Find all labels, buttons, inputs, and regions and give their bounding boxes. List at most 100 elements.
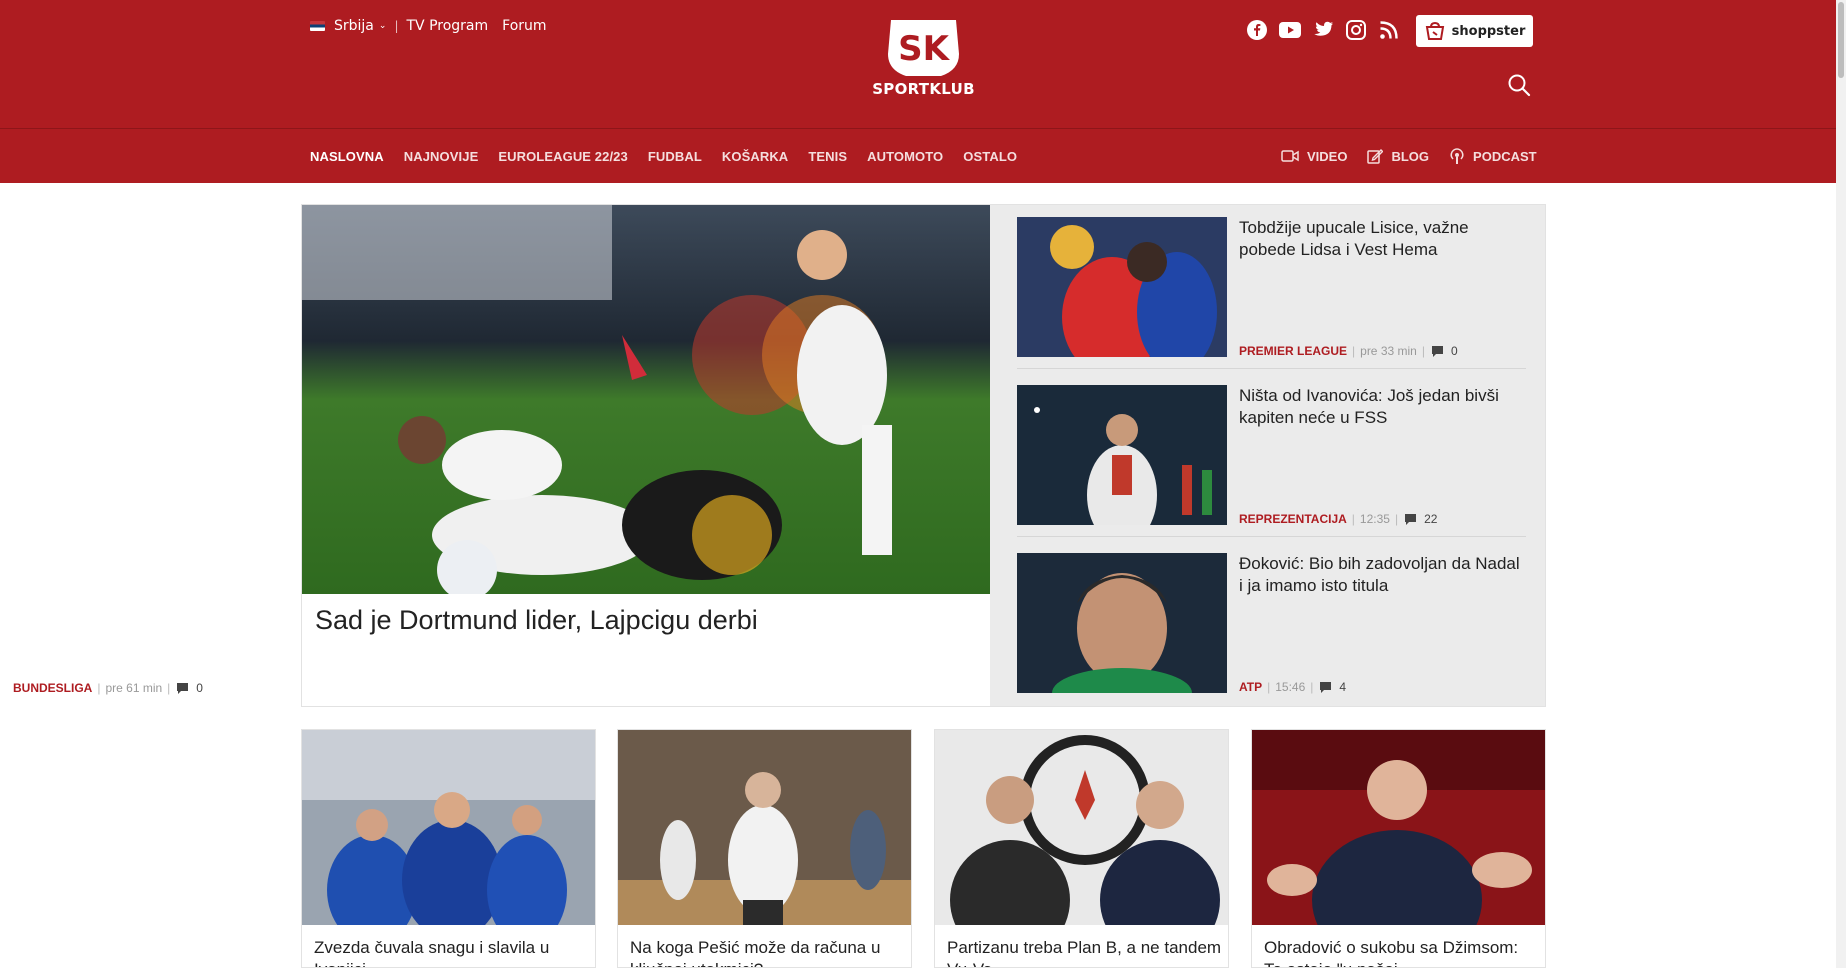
nav-blog-label: BLOG <box>1391 148 1430 164</box>
main-nav: NASLOVNA NAJNOVIJE EUROLEAGUE 22/23 FUDB… <box>0 129 1846 183</box>
article-card[interactable]: Obradović o sukobu sa Džimsom: To ostaje… <box>1251 729 1546 968</box>
comment-icon <box>1431 345 1443 357</box>
top-links: Srbija ⌄ | TV Program Forum <box>310 18 561 34</box>
comment-icon <box>1320 681 1332 693</box>
side-article-title[interactable]: Tobdžije upucale Lisice, važne pobede Li… <box>1239 217 1524 261</box>
region-label: Srbija <box>334 18 374 34</box>
nav-media: VIDEO BLOG PODCAST <box>1281 129 1537 183</box>
region-selector[interactable]: Srbija ⌄ <box>310 18 386 34</box>
page-scrollbar[interactable] <box>1836 0 1846 968</box>
side-article-meta: PREMIER LEAGUE | pre 33 min | 0 <box>1239 344 1458 358</box>
hero-article[interactable]: Sad je Dortmund lider, Lajpcigu derbi <box>302 205 990 706</box>
scrollbar-thumb[interactable] <box>1838 2 1844 78</box>
side-article-thumbnail[interactable] <box>1017 217 1227 357</box>
nav-blog-link[interactable]: BLOG <box>1367 148 1429 164</box>
shoppster-label: shoppster <box>1451 23 1526 39</box>
separator: | <box>394 19 399 33</box>
divider <box>1017 536 1526 537</box>
hero-image[interactable] <box>302 205 990 594</box>
comments-count[interactable]: 22 <box>1405 512 1437 526</box>
hero-meta: BUNDESLIGA | pre 61 min | 0 <box>13 681 203 695</box>
logo-text: SPORTKLUB <box>872 80 975 98</box>
meta-separator: | <box>1310 680 1314 694</box>
nav-item-fudbal[interactable]: FUDBAL <box>648 149 702 164</box>
nav-categories: NASLOVNA NAJNOVIJE EUROLEAGUE 22/23 FUDB… <box>310 129 1037 183</box>
side-article[interactable]: Ništa od Ivanovića: Još jedan bivši kapi… <box>1017 373 1526 537</box>
rss-icon[interactable] <box>1377 18 1401 42</box>
sportklub-logo[interactable]: SK SPORTKLUB <box>861 14 986 98</box>
meta-separator: | <box>1351 512 1355 526</box>
category-label[interactable]: PREMIER LEAGUE <box>1239 344 1347 358</box>
article-card-title[interactable]: Na koga Pešić može da računa u ključnoj … <box>630 937 905 967</box>
nav-item-automoto[interactable]: AUTOMOTO <box>867 149 943 164</box>
side-article-title[interactable]: Ništa od Ivanovića: Još jedan bivši kapi… <box>1239 385 1524 429</box>
serbia-flag-icon <box>310 21 325 31</box>
side-article-thumbnail[interactable] <box>1017 385 1227 525</box>
nav-item-naslovna[interactable]: NASLOVNA <box>310 149 384 164</box>
meta-separator: | <box>1352 344 1356 358</box>
podcast-icon <box>1450 147 1464 164</box>
twitter-icon[interactable] <box>1311 18 1335 42</box>
comments-count-value: 22 <box>1424 512 1438 526</box>
timestamp: 12:35 <box>1359 512 1390 526</box>
article-card[interactable]: Na koga Pešić može da računa u ključnoj … <box>617 729 912 968</box>
category-label[interactable]: REPREZENTACIJA <box>1239 512 1347 526</box>
social-links <box>1245 18 1401 42</box>
tv-program-link[interactable]: TV Program <box>406 18 488 34</box>
article-card-image[interactable] <box>935 730 1228 925</box>
side-article-thumbnail[interactable] <box>1017 553 1227 693</box>
timestamp: pre 33 min <box>1360 344 1417 358</box>
forum-link[interactable]: Forum <box>502 18 546 34</box>
meta-separator: | <box>167 681 171 695</box>
comment-icon <box>177 682 189 694</box>
comments-count[interactable]: 0 <box>177 681 203 695</box>
nav-item-ostalo[interactable]: OSTALO <box>963 149 1017 164</box>
side-article-title[interactable]: Đoković: Bio bih zadovoljan da Nadal i j… <box>1239 553 1524 597</box>
article-card-title[interactable]: Obradović o sukobu sa Džimsom: To ostaje… <box>1264 937 1539 967</box>
timestamp: pre 61 min <box>105 681 163 695</box>
side-articles: Tobdžije upucale Lisice, važne pobede Li… <box>990 205 1545 706</box>
side-article[interactable]: Tobdžije upucale Lisice, važne pobede Li… <box>1017 205 1526 369</box>
nav-podcast-link[interactable]: PODCAST <box>1449 147 1537 165</box>
hero-section: Sad je Dortmund lider, Lajpcigu derbi To… <box>301 204 1546 707</box>
article-card-image[interactable] <box>302 730 595 925</box>
side-article-meta: ATP | 15:46 | 4 <box>1239 680 1346 694</box>
meta-separator: | <box>1267 680 1271 694</box>
nav-item-najnovije[interactable]: NAJNOVIJE <box>404 149 479 164</box>
hero-title[interactable]: Sad je Dortmund lider, Lajpcigu derbi <box>315 605 975 636</box>
comment-icon <box>1405 513 1417 525</box>
chevron-down-icon: ⌄ <box>378 21 387 31</box>
nav-item-kosarka[interactable]: KOŠARKA <box>722 149 788 164</box>
article-card-image[interactable] <box>618 730 911 925</box>
category-label[interactable]: BUNDESLIGA <box>13 681 92 695</box>
article-card-title[interactable]: Partizanu treba Plan B, a ne tandem Vu-V… <box>947 937 1222 967</box>
meta-separator: | <box>97 681 101 695</box>
facebook-icon[interactable] <box>1245 18 1269 42</box>
shoppster-button[interactable]: shoppster <box>1416 15 1533 47</box>
video-icon <box>1281 150 1299 162</box>
nav-video-label: VIDEO <box>1307 148 1348 164</box>
youtube-icon[interactable] <box>1278 18 1302 42</box>
article-cards: Zvezda čuvala snagu i slavila u Ivanjici… <box>301 729 1546 968</box>
side-article[interactable]: Đoković: Bio bih zadovoljan da Nadal i j… <box>1017 541 1526 701</box>
nav-item-tenis[interactable]: TENIS <box>808 149 847 164</box>
comments-count-value: 0 <box>1450 344 1458 358</box>
timestamp: 15:46 <box>1275 680 1306 694</box>
comments-count-value: 0 <box>196 681 203 695</box>
search-icon[interactable] <box>1507 73 1531 97</box>
instagram-icon[interactable] <box>1344 18 1368 42</box>
nav-podcast-label: PODCAST <box>1473 148 1537 164</box>
article-card-image[interactable] <box>1252 730 1545 925</box>
comments-count[interactable]: 4 <box>1320 680 1346 694</box>
comments-count[interactable]: 0 <box>1431 344 1458 358</box>
meta-separator: | <box>1421 344 1425 358</box>
shoppster-icon <box>1425 21 1444 40</box>
article-card[interactable]: Zvezda čuvala snagu i slavila u Ivanjici <box>301 729 596 968</box>
article-card[interactable]: Partizanu treba Plan B, a ne tandem Vu-V… <box>934 729 1229 968</box>
nav-video-link[interactable]: VIDEO <box>1281 149 1347 164</box>
nav-item-euroleague[interactable]: EUROLEAGUE 22/23 <box>498 149 627 164</box>
divider <box>1017 368 1526 369</box>
top-header: Srbija ⌄ | TV Program Forum SK SPORTKLUB <box>0 0 1846 129</box>
category-label[interactable]: ATP <box>1239 680 1262 694</box>
article-card-title[interactable]: Zvezda čuvala snagu i slavila u Ivanjici <box>314 937 589 967</box>
